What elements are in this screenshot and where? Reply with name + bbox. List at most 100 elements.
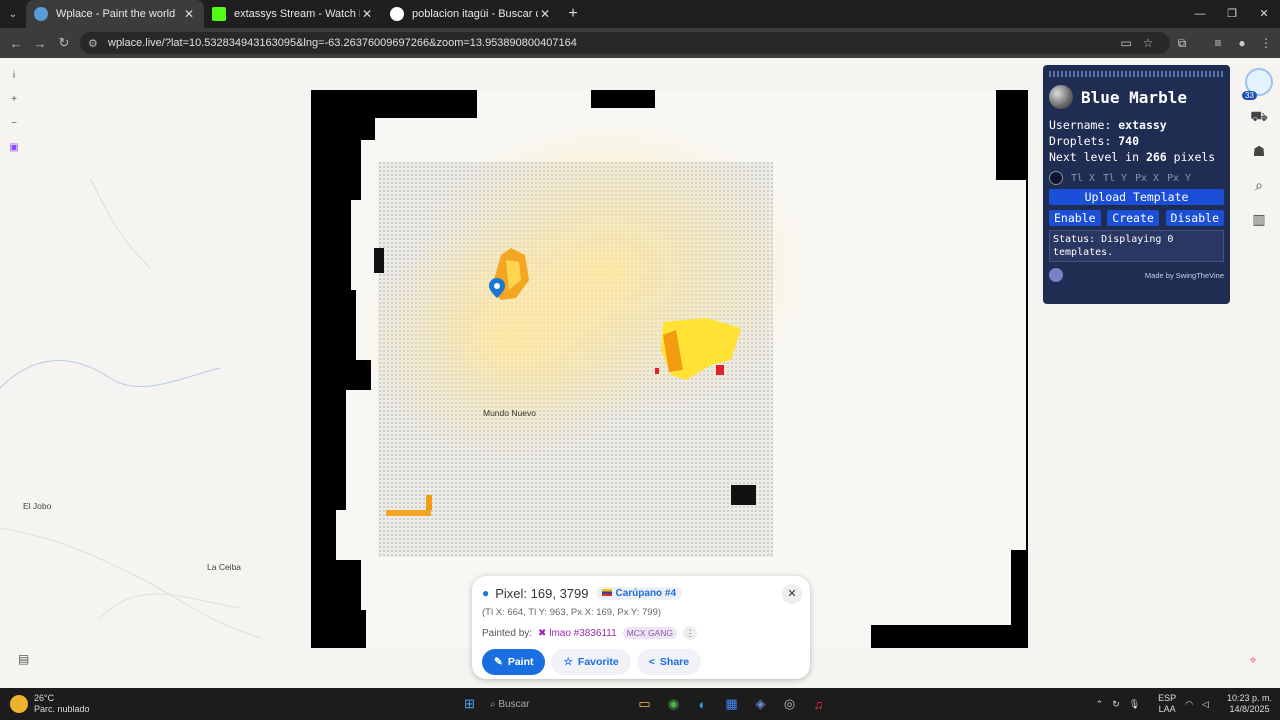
status-textarea[interactable]: Status: Displaying 0 templates. <box>1049 230 1224 262</box>
site-info-icon[interactable]: ⚙ <box>88 37 104 50</box>
brush-icon: ✎ <box>494 656 503 668</box>
blue-marble-panel: Blue Marble Username: extassy Droplets: … <box>1043 65 1230 304</box>
tab-search-icon[interactable]: ⌄ <box>0 0 26 28</box>
browser-menu-icon[interactable]: ⋮ <box>1254 28 1278 58</box>
show-hidden-icons-icon[interactable]: ⌃ <box>1096 699 1104 710</box>
file-explorer-icon[interactable]: ▭ <box>630 688 659 720</box>
close-tab-icon[interactable]: ✕ <box>538 7 552 21</box>
tile-x-input[interactable]: Tl X <box>1067 173 1099 184</box>
pixel-info-panel: ● Pixel: 169, 3799 Carúpano #4 ✕ (Tl X: … <box>472 576 810 679</box>
wplace-page: i + − ▣ ▤ El Jobo La Ceiba Mundo Nuevo 3… <box>0 58 1280 688</box>
pick-coordinates-icon[interactable] <box>1049 171 1063 185</box>
wifi-icon[interactable]: ◠ <box>1185 699 1193 710</box>
tab-wplace[interactable]: Wplace - Paint the world ✕ <box>26 0 204 28</box>
leaderboard-icon[interactable]: ▥ <box>1244 202 1274 236</box>
tab-google-search[interactable]: poblacion itagüi - Buscar con G ✕ <box>382 0 560 28</box>
info-icon[interactable]: i <box>4 64 24 88</box>
volume-icon[interactable]: ◁ <box>1202 699 1209 710</box>
tab-title: extassys Stream - Watch Live o <box>234 8 360 20</box>
pixel-coordinates: Pixel: 169, 3799 <box>495 585 589 601</box>
enable-button[interactable]: Enable <box>1049 210 1101 226</box>
zoom-in-icon[interactable]: + <box>4 88 24 112</box>
painter-name[interactable]: ✖ lmao #3836111 <box>538 628 617 639</box>
drag-handle[interactable] <box>1049 71 1224 77</box>
forward-icon[interactable]: → <box>28 36 52 51</box>
pixel-canvas[interactable]: Mundo Nuevo <box>311 90 1028 648</box>
close-window-icon[interactable]: ✕ <box>1248 0 1280 28</box>
favorite-button[interactable]: ☆ Favorite <box>551 649 631 675</box>
new-tab-button[interactable]: + <box>560 5 586 23</box>
minimize-icon[interactable]: — <box>1184 0 1216 28</box>
left-toolbar: i + − ▣ <box>4 64 24 160</box>
painted-by-label: Painted by: <box>482 627 533 639</box>
clock[interactable]: 10:23 p. m. 14/8/2025 <box>1218 693 1272 715</box>
made-by-label: Made by SwingTheVine <box>1144 270 1224 280</box>
author-avatar-icon <box>1049 268 1063 282</box>
map-layers-icon[interactable]: ▤ <box>18 652 34 668</box>
share-icon: < <box>648 656 655 668</box>
windows-taskbar: 26°C Parc. nublado ⊞ ⌕ Buscar ▭ ◉ ◐ ▦ ◈ … <box>0 688 1280 720</box>
restore-icon[interactable]: ❐ <box>1216 0 1248 28</box>
sync-icon[interactable]: ↻ <box>1112 699 1120 710</box>
locate-me-icon[interactable]: ⌖ <box>1244 652 1262 670</box>
twitch-icon[interactable]: ▣ <box>4 136 24 160</box>
level-badge: 33 <box>1242 91 1257 100</box>
region-chip[interactable]: Carúpano #4 <box>596 586 683 600</box>
search-location-icon[interactable]: ⌕ <box>1244 168 1274 202</box>
panel-title: Blue Marble <box>1081 87 1187 107</box>
close-tab-icon[interactable]: ✕ <box>182 7 196 21</box>
close-tab-icon[interactable]: ✕ <box>360 7 374 21</box>
media-controls-icon[interactable]: ≡ <box>1206 28 1230 58</box>
share-button[interactable]: < Share <box>636 649 702 675</box>
close-panel-button[interactable]: ✕ <box>782 584 802 604</box>
reload-icon[interactable]: ↻ <box>52 35 76 51</box>
tile-y-input[interactable]: Tl Y <box>1099 173 1131 184</box>
steam-icon[interactable]: ◎ <box>775 688 804 720</box>
microphone-icon[interactable]: 🎙 <box>1129 699 1140 710</box>
right-toolbar: 33 ⛟ ☗ ⌕ ▥ <box>1242 64 1274 236</box>
user-avatar[interactable]: 33 <box>1242 64 1274 100</box>
profile-avatar[interactable]: ● <box>1230 28 1254 58</box>
paint-button[interactable]: ✎ Paint <box>482 649 546 675</box>
discord-icon[interactable]: ◈ <box>746 688 775 720</box>
username-line: Username: extassy <box>1049 118 1167 132</box>
coordinates-row: Tl X Tl Y Px X Px Y <box>1049 171 1224 185</box>
weather-text: Parc. nublado <box>34 704 90 714</box>
pixel-y-input[interactable]: Px Y <box>1163 173 1195 184</box>
language-indicator[interactable]: ESP LAA <box>1149 693 1176 715</box>
browser-tab-bar: ⌄ Wplace - Paint the world ✕ extassys St… <box>0 0 1280 28</box>
next-level-line: Next level in 266 pixels <box>1049 150 1216 164</box>
create-button[interactable]: Create <box>1107 210 1159 226</box>
tile-info: (Tl X: 664, Tl Y: 963, Px X: 169, Px Y: … <box>482 607 662 618</box>
taskbar-search[interactable]: ⌕ Buscar <box>490 699 630 710</box>
edge-icon[interactable]: ◐ <box>688 688 717 720</box>
extensions-icon[interactable]: ⧉ <box>1170 28 1194 58</box>
bookmark-star-icon[interactable]: ☆ <box>1136 28 1160 58</box>
install-app-icon[interactable]: ▭ <box>1114 28 1138 58</box>
zoom-out-icon[interactable]: − <box>4 112 24 136</box>
address-bar[interactable]: ⚙ wplace.live/?lat=10.532834943163095&ln… <box>80 32 1170 54</box>
store-icon[interactable]: ▦ <box>717 688 746 720</box>
alliance-icon[interactable]: ☗ <box>1244 134 1274 168</box>
back-icon[interactable]: ← <box>4 36 28 51</box>
music-app-icon[interactable]: ♫ <box>804 688 833 720</box>
window-controls: — ❐ ✕ <box>1184 0 1280 28</box>
url-text: wplace.live/?lat=10.532834943163095&lng=… <box>108 37 577 49</box>
tab-kick-stream[interactable]: extassys Stream - Watch Live o ✕ <box>204 0 382 28</box>
venezuela-flag-icon <box>602 588 613 596</box>
more-options-icon[interactable]: ⋮ <box>682 626 697 640</box>
map-label-el-jobo: El Jobo <box>23 501 52 511</box>
start-menu-icon[interactable]: ⊞ <box>455 688 484 720</box>
weather-widget[interactable]: 26°C Parc. nublado <box>10 693 90 715</box>
pixel-x-input[interactable]: Px X <box>1131 173 1163 184</box>
disable-button[interactable]: Disable <box>1165 210 1224 226</box>
location-pin-icon: ● <box>482 586 490 600</box>
chrome-icon[interactable]: ◉ <box>659 688 688 720</box>
globe-favicon-icon <box>34 7 48 21</box>
browser-toolbar: ← → ↻ ⚙ wplace.live/?lat=10.532834943163… <box>0 28 1280 58</box>
painter-flag-icon: ✖ <box>538 627 550 639</box>
upload-template-button[interactable]: Upload Template <box>1049 189 1224 205</box>
tab-title: Wplace - Paint the world <box>56 8 176 20</box>
cart-icon[interactable]: ⛟ <box>1244 100 1274 134</box>
kick-favicon-icon <box>212 7 226 21</box>
